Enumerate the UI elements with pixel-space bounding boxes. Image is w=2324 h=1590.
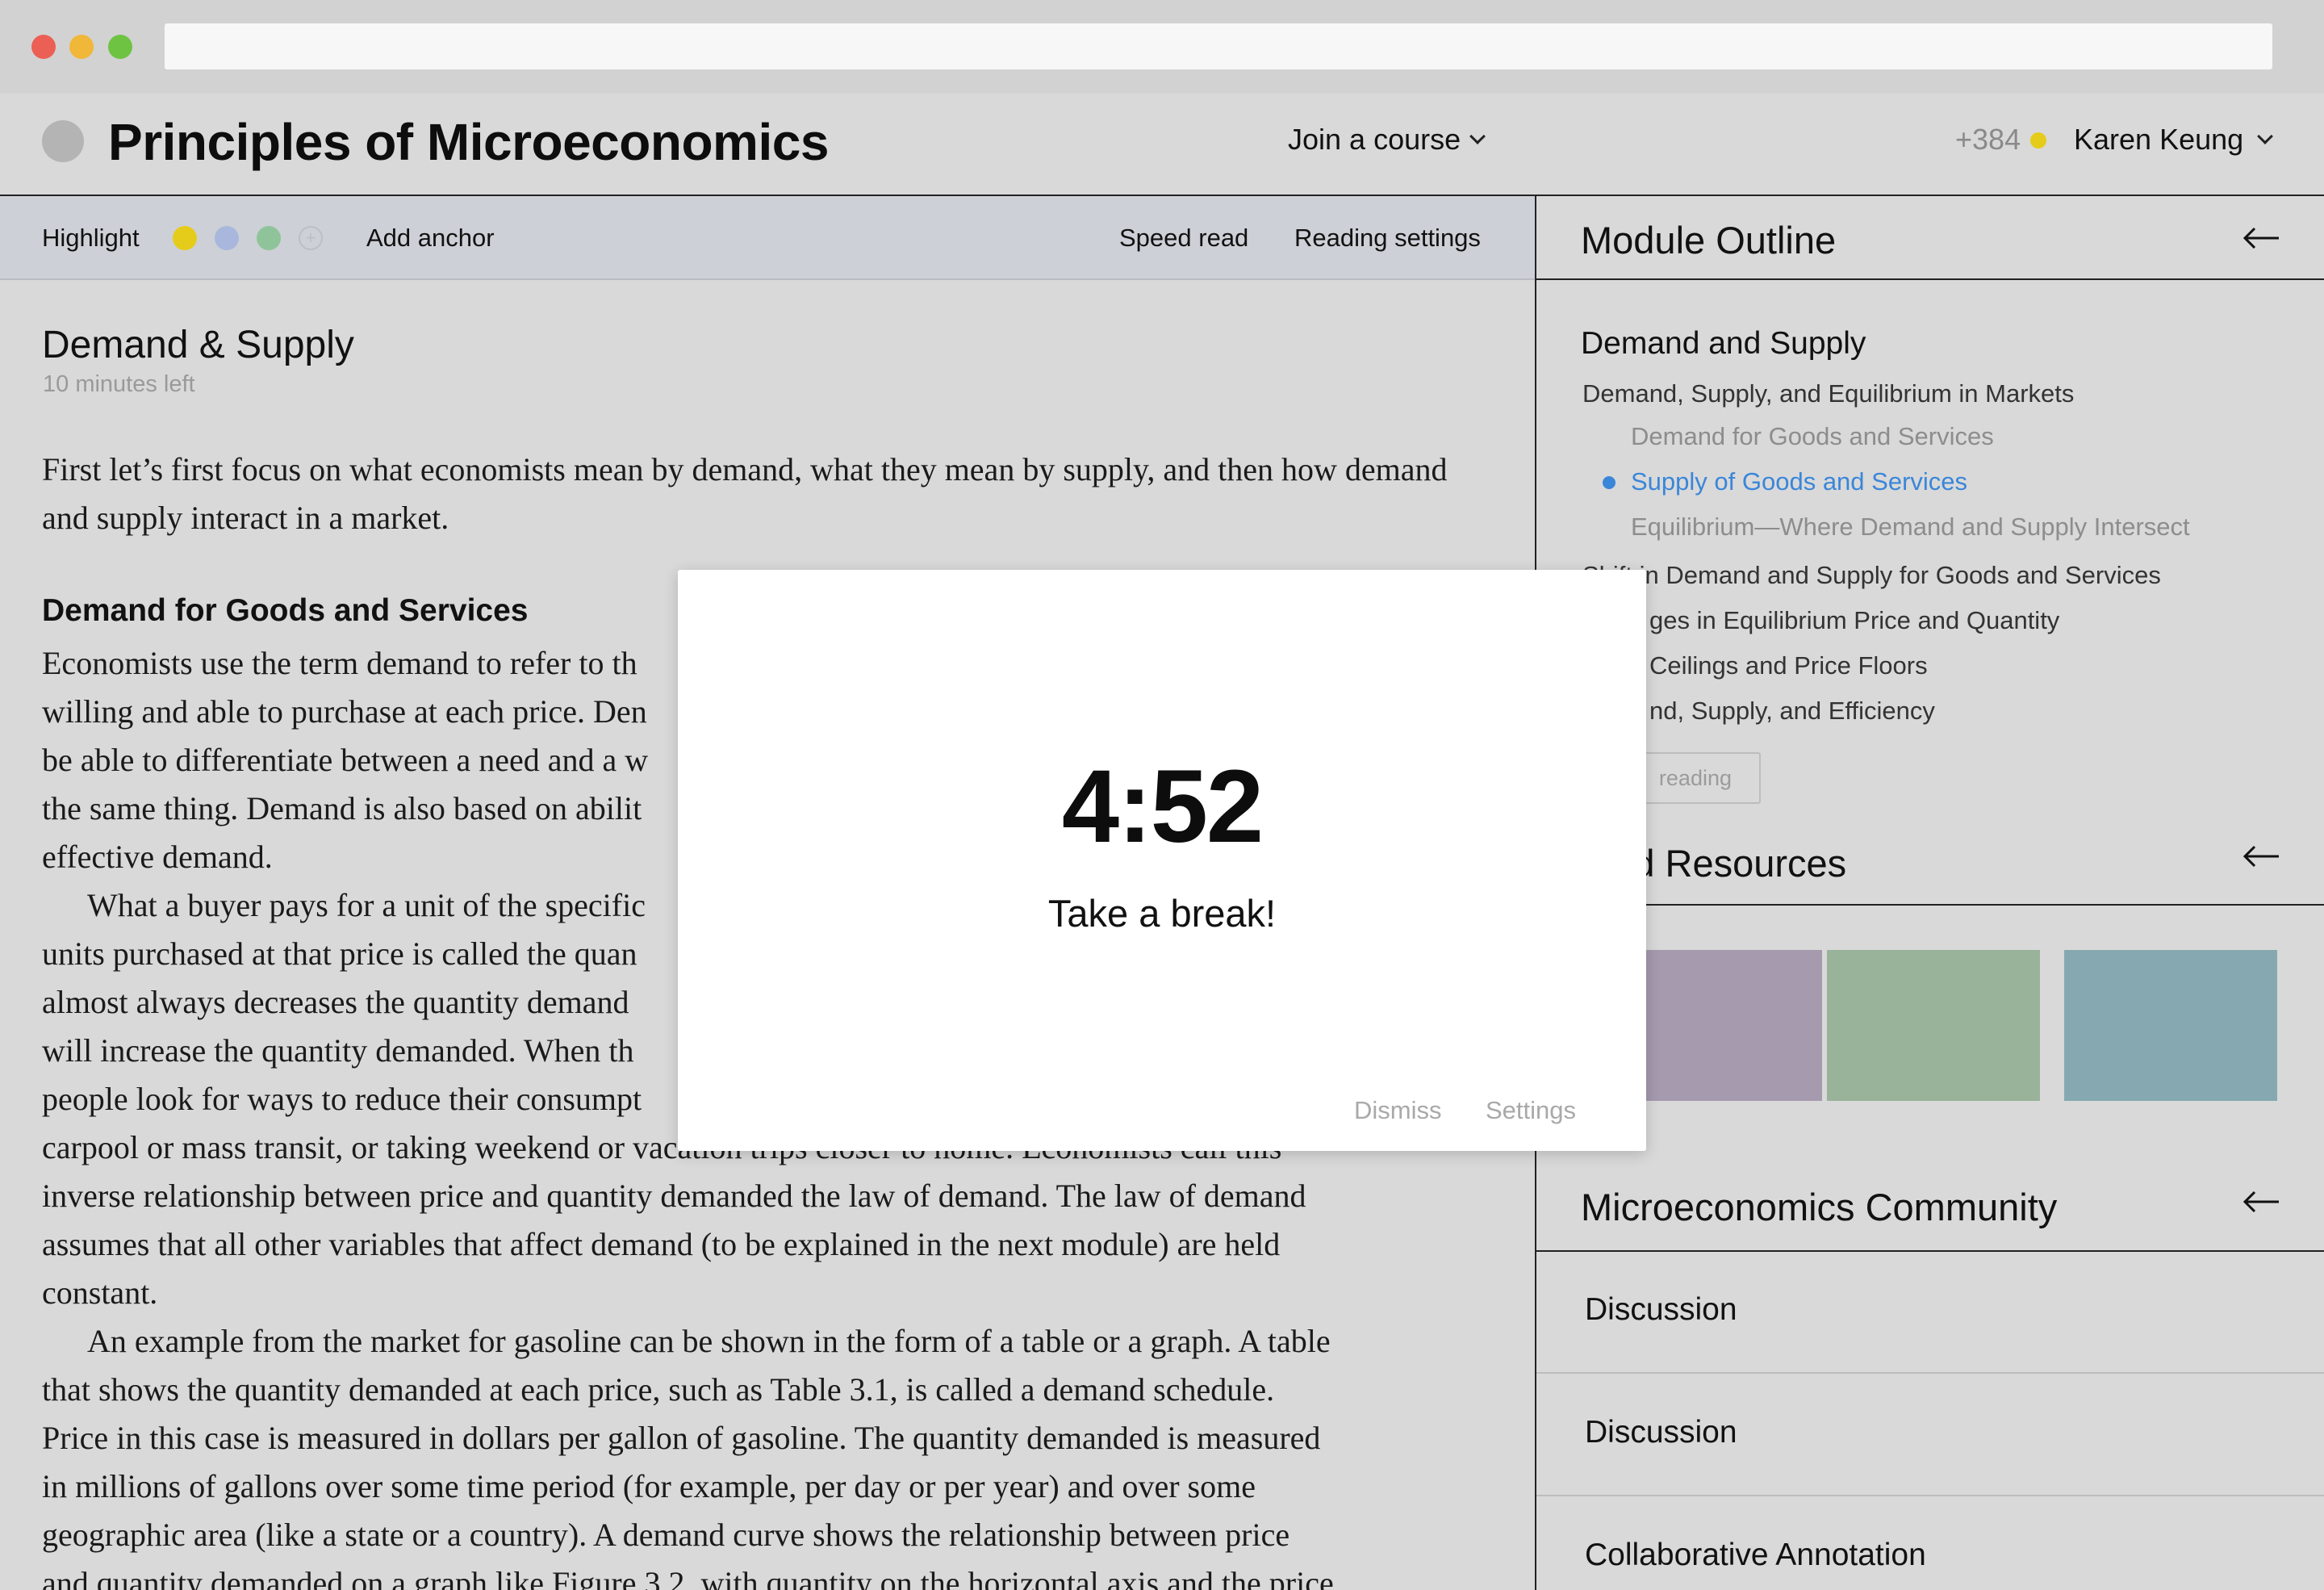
break-timer: 4:52 bbox=[1061, 749, 1264, 864]
community-heading: Microeconomics Community bbox=[1581, 1186, 2058, 1228]
text-line: geographic area (like a state or a count… bbox=[42, 1517, 1290, 1553]
outline-item-active[interactable]: Supply of Goods and Services bbox=[1631, 467, 1967, 496]
arrow-left-icon[interactable] bbox=[2242, 1190, 2282, 1214]
divider bbox=[1536, 904, 2324, 906]
community-item-discussion[interactable]: Discussion bbox=[1536, 1252, 2324, 1374]
browser-chrome bbox=[0, 0, 2324, 94]
reading-toolbar: Highlight + Add anchor Speed read Readin… bbox=[0, 196, 1535, 280]
add-anchor-button[interactable]: Add anchor bbox=[366, 224, 495, 253]
outline-item[interactable]: nd, Supply, and Efficiency bbox=[1649, 697, 1935, 726]
maximize-window-button[interactable] bbox=[108, 35, 132, 59]
points-dot-icon bbox=[2030, 132, 2046, 149]
join-course-dropdown[interactable]: Join a course bbox=[1288, 123, 1486, 157]
speed-read-button[interactable]: Speed read bbox=[1119, 224, 1248, 253]
module-outline-heading: Module Outline bbox=[1581, 219, 1837, 262]
plus-icon[interactable]: + bbox=[299, 226, 323, 250]
user-menu[interactable]: Karen Keung bbox=[2074, 123, 2274, 157]
text-line: inverse relationship between price and q… bbox=[42, 1178, 1306, 1214]
join-course-label: Join a course bbox=[1288, 123, 1461, 156]
outline-item[interactable]: Demand for Goods and Services bbox=[1631, 422, 1994, 451]
outline-item[interactable]: ges in Equilibrium Price and Quantity bbox=[1649, 606, 2059, 635]
arrow-left-icon[interactable] bbox=[2242, 226, 2282, 250]
app-header: Principles of Microeconomics Join a cour… bbox=[0, 94, 2324, 196]
community-item-label: Collaborative Annotation bbox=[1585, 1538, 1926, 1572]
outline-item[interactable]: Shift in Demand and Supply for Goods and… bbox=[1582, 561, 2161, 590]
section-title: Demand & Supply bbox=[42, 324, 354, 366]
current-location-icon bbox=[1603, 476, 1616, 489]
user-name: Karen Keung bbox=[2074, 123, 2244, 156]
text-line: and quantity demanded on a graph like Fi… bbox=[42, 1565, 1334, 1590]
sub-heading: Demand for Goods and Services bbox=[42, 593, 529, 628]
minimize-window-button[interactable] bbox=[69, 35, 94, 59]
resource-thumbnail[interactable] bbox=[2064, 950, 2277, 1101]
break-message: Take a break! bbox=[1047, 892, 1277, 935]
highlight-green-swatch[interactable] bbox=[257, 226, 281, 250]
intro-paragraph: First let’s first focus on what economis… bbox=[42, 451, 1448, 536]
text-line: that shows the quantity demanded at each… bbox=[42, 1371, 1275, 1408]
dismiss-button[interactable]: Dismiss bbox=[1354, 1096, 1442, 1125]
chevron-down-icon bbox=[1469, 128, 1486, 144]
address-bar[interactable] bbox=[165, 23, 2272, 69]
text-line: in millions of gallons over some time pe… bbox=[42, 1468, 1256, 1504]
text-line: An example from the market for gasoline … bbox=[87, 1323, 1331, 1359]
logo-icon[interactable] bbox=[42, 120, 84, 162]
text-line: Price in this case is measured in dollar… bbox=[42, 1420, 1321, 1456]
close-window-button[interactable] bbox=[31, 35, 56, 59]
community-item-discussion[interactable]: Discussion bbox=[1536, 1375, 2324, 1496]
community-item-label: Discussion bbox=[1585, 1292, 1737, 1327]
outline-item[interactable]: Equilibrium—Where Demand and Supply Inte… bbox=[1631, 513, 2190, 542]
chevron-down-icon bbox=[2257, 128, 2274, 144]
community-item-annotation[interactable]: Collaborative Annotation bbox=[1536, 1497, 2324, 1590]
break-modal: 4:52 Take a break! Dismiss Settings bbox=[678, 570, 1646, 1151]
sidebar: Module Outline Demand and Supply Demand,… bbox=[1535, 196, 2324, 1590]
highlight-blue-swatch[interactable] bbox=[215, 226, 239, 250]
resource-thumbnail[interactable] bbox=[1827, 950, 2040, 1101]
text-line: constant. bbox=[42, 1274, 158, 1311]
community-item-label: Discussion bbox=[1585, 1415, 1737, 1450]
reading-settings-button[interactable]: Reading settings bbox=[1294, 224, 1481, 253]
points-count: +384 bbox=[1955, 123, 2021, 156]
text-line: assumes that all other variables that af… bbox=[42, 1226, 1281, 1262]
outline-item[interactable]: Demand, Supply, and Equilibrium in Marke… bbox=[1582, 379, 2074, 408]
course-title: Principles of Microeconomics bbox=[108, 113, 829, 171]
highlight-yellow-swatch[interactable] bbox=[173, 226, 197, 250]
time-left: 10 minutes left bbox=[43, 371, 195, 397]
settings-button[interactable]: Settings bbox=[1486, 1096, 1576, 1125]
outline-item[interactable]: Ceilings and Price Floors bbox=[1649, 651, 1928, 680]
highlight-label: Highlight bbox=[42, 224, 140, 252]
divider bbox=[1536, 278, 2324, 280]
outline-title: Demand and Supply bbox=[1581, 326, 1866, 361]
arrow-left-icon[interactable] bbox=[2242, 844, 2282, 868]
